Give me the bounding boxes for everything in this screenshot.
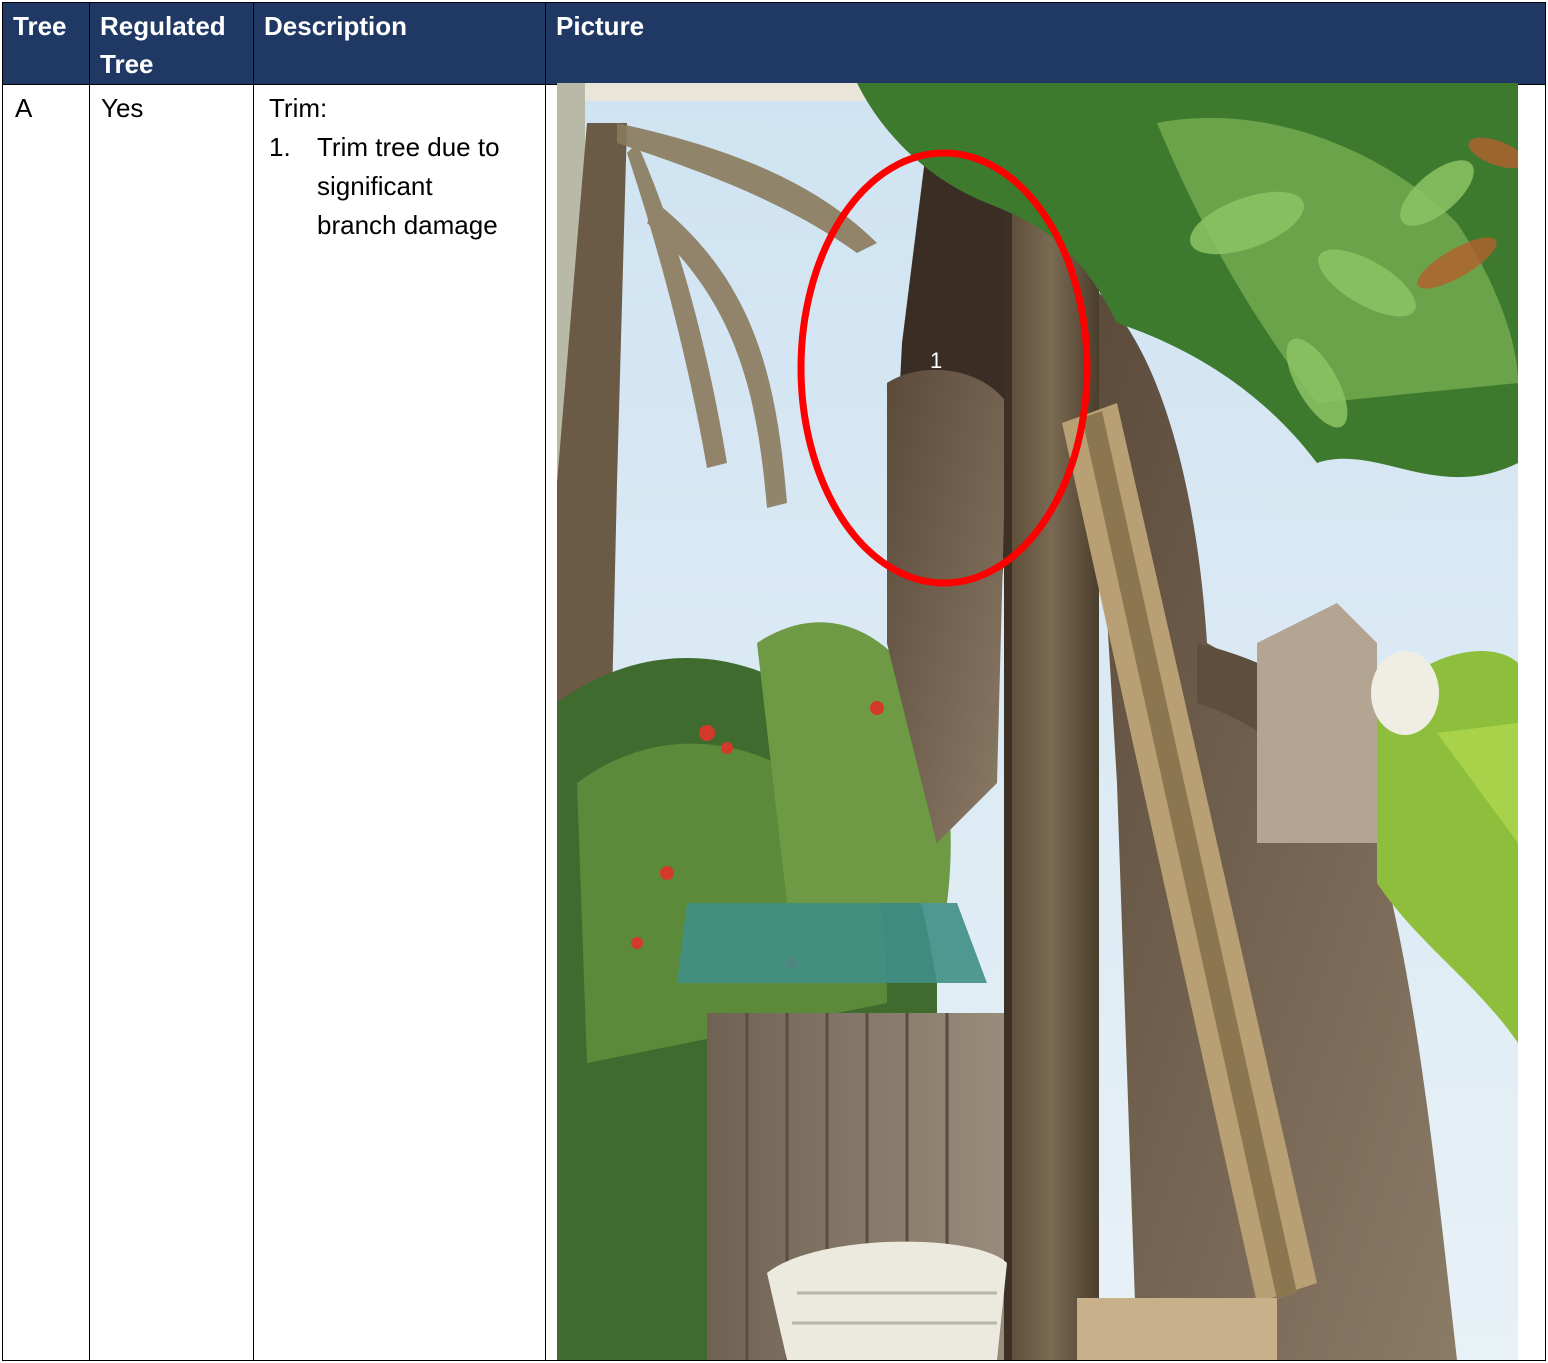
- header-regulated-line2: Tree: [100, 49, 154, 79]
- cell-description: Trim: 1. Trim tree due to significant br…: [269, 89, 539, 245]
- description-title: Trim:: [269, 93, 328, 123]
- header-tree: Tree: [3, 3, 89, 85]
- header-tree-label: Tree: [13, 11, 67, 41]
- header-description: Description: [254, 3, 545, 85]
- list-item-line: significant: [317, 171, 433, 201]
- cell-tree-id: A: [15, 93, 33, 123]
- list-item-line: Trim tree due to: [317, 132, 500, 162]
- annotation-marker: 1: [930, 348, 943, 373]
- list-item-number: 1.: [269, 132, 291, 162]
- column-divider: [545, 3, 546, 1360]
- list-item: 1. Trim tree due to significant branch d…: [269, 128, 539, 245]
- column-divider: [253, 3, 254, 1360]
- header-description-label: Description: [264, 11, 408, 41]
- header-picture: Picture: [546, 3, 1536, 85]
- cell-regulated: Yes: [101, 93, 144, 123]
- description-list: 1. Trim tree due to significant branch d…: [269, 128, 539, 245]
- header-picture-label: Picture: [556, 11, 645, 41]
- list-item-line: branch damage: [317, 210, 498, 240]
- header-regulated-line1: Regulated: [100, 11, 226, 41]
- header-regulated-tree: Regulated Tree: [90, 3, 253, 85]
- column-divider: [89, 3, 90, 1360]
- tree-photo-illustration: [557, 83, 1518, 1360]
- tree-photo: 1: [557, 83, 1518, 1360]
